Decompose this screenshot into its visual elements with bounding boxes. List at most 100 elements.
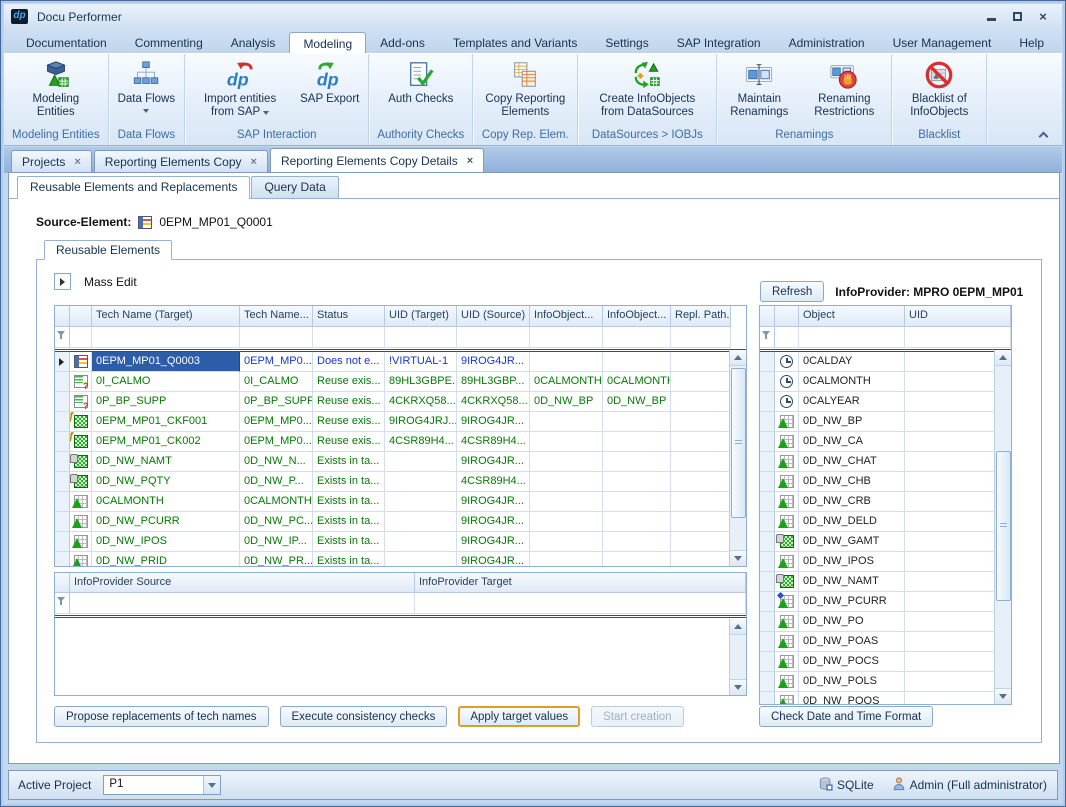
table-row[interactable]: 0D_NW_IPOS 0D_NW_IP... Exists in ta... 9…	[55, 532, 746, 552]
scroll-up-icon[interactable]	[995, 350, 1012, 366]
close-button[interactable]: ×	[1034, 10, 1052, 24]
filter-row[interactable]	[55, 327, 746, 352]
table-row[interactable]: 0CALMONTH	[760, 372, 1011, 392]
sap-export-button[interactable]: dp SAP Export	[295, 57, 364, 108]
entity-icon	[780, 515, 794, 528]
ribbon-tab[interactable]: Add-ons	[366, 31, 439, 53]
vertical-scrollbar[interactable]	[729, 350, 746, 566]
table-row[interactable]: 0CALMONTH 0CALMONTH Exists in ta... 9IRO…	[55, 492, 746, 512]
tab-reusable-elements[interactable]: Reusable Elements	[44, 240, 172, 260]
column-header[interactable]: InfoObject...	[603, 306, 671, 327]
tab-query-data[interactable]: Query Data	[251, 176, 338, 198]
action-button[interactable]: Apply target values	[458, 706, 580, 727]
tab-reporting-elements-copy[interactable]: Reporting Elements Copy ×	[94, 150, 268, 173]
ribbon-tab[interactable]: Templates and Variants	[439, 31, 592, 53]
ribbon-tab[interactable]: Administration	[775, 31, 879, 53]
copy-reporting-elements-button[interactable]: Copy Reporting Elements	[477, 57, 573, 121]
maintain-renamings-button[interactable]: Maintain Renamings	[721, 57, 797, 121]
column-header[interactable]: UID	[905, 306, 1011, 327]
table-row[interactable]: 0D_NW_NAMT	[760, 572, 1011, 592]
tab-reusable-elements-and-replacements[interactable]: Reusable Elements and Replacements	[17, 176, 250, 199]
table-row[interactable]: 0D_NW_PO	[760, 612, 1011, 632]
table-row[interactable]: 0D_NW_POAS	[760, 632, 1011, 652]
ribbon-tab[interactable]: Analysis	[217, 31, 290, 53]
column-header[interactable]: Tech Name...	[240, 306, 313, 327]
column-header[interactable]: Object	[799, 306, 905, 327]
ribbon-tab[interactable]: Documentation	[12, 31, 121, 53]
minimize-button[interactable]	[982, 10, 1000, 24]
scroll-down-icon[interactable]	[730, 679, 747, 695]
check-date-time-format-button[interactable]: Check Date and Time Format	[759, 706, 933, 727]
table-row[interactable]: 0D_NW_BP	[760, 412, 1011, 432]
close-icon[interactable]: ×	[251, 157, 257, 167]
active-project-combobox[interactable]: P1	[103, 775, 221, 795]
ribbon-tab[interactable]: Commenting	[121, 31, 217, 53]
table-row[interactable]: 0EPM_MP01_Q0003 0EPM_MP0... Does not e..…	[55, 352, 746, 372]
column-header[interactable]: Status	[313, 306, 385, 327]
table-row[interactable]: 0D_NW_POCS	[760, 652, 1011, 672]
table-row[interactable]: 0CALYEAR	[760, 392, 1011, 412]
table-row[interactable]: 0D_NW_GAMT	[760, 532, 1011, 552]
refresh-button[interactable]: Refresh	[760, 281, 824, 302]
ribbon-collapse-chevron-icon[interactable]	[1039, 130, 1048, 139]
table-row[interactable]: 0EPM_MP01_CKF001 0EPM_MP0... Reuse exis.…	[55, 412, 746, 432]
table-row[interactable]: 0CALDAY	[760, 352, 1011, 372]
ribbon-tab[interactable]: User Management	[879, 31, 1006, 53]
tab-reporting-elements-copy-details[interactable]: Reporting Elements Copy Details ×	[270, 148, 484, 173]
column-header[interactable]: UID (Target)	[385, 306, 457, 327]
blacklist-infoobjects-button[interactable]: Blacklist of InfoObjects	[896, 57, 982, 121]
maximize-button[interactable]	[1008, 10, 1026, 24]
scroll-down-icon[interactable]	[995, 688, 1012, 704]
column-header[interactable]: InfoProvider Source	[70, 573, 415, 593]
renaming-restrictions-button[interactable]: Renaming Restrictions	[801, 57, 887, 121]
close-icon[interactable]: ×	[74, 157, 80, 167]
table-row[interactable]: 0D_NW_PCURR 0D_NW_PC... Exists in ta... …	[55, 512, 746, 532]
scroll-up-icon[interactable]	[730, 619, 747, 635]
import-entities-from-sap-button[interactable]: dp Import entities from SAP	[189, 57, 291, 121]
scroll-down-icon[interactable]	[730, 550, 747, 566]
filter-row[interactable]	[760, 327, 1011, 352]
modeling-entities-button[interactable]: Modeling Entities	[20, 57, 92, 121]
scrollbar-thumb[interactable]	[996, 451, 1011, 601]
create-infoobjects-button[interactable]: Create InfoObjects from DataSources	[582, 57, 712, 121]
auth-checks-button[interactable]: Auth Checks	[383, 57, 458, 108]
table-row[interactable]: 0EPM_MP01_CK002 0EPM_MP0... Reuse exis..…	[55, 432, 746, 452]
table-row[interactable]: 0P_BP_SUPP 0P_BP_SUPP Reuse exis... 4CKR…	[55, 392, 746, 412]
filter-row[interactable]	[55, 593, 746, 618]
chevron-down-icon[interactable]	[203, 776, 220, 794]
column-header[interactable]: InfoObject...	[530, 306, 603, 327]
table-row[interactable]: 0D_NW_PRID 0D_NW_PR... Exists in ta... 9…	[55, 552, 746, 567]
scrollbar-thumb[interactable]	[731, 368, 746, 518]
ribbon-tab[interactable]: Settings	[591, 31, 662, 53]
table-row[interactable]: 0D_NW_PCURR	[760, 592, 1011, 612]
ribbon-tab[interactable]: SAP Integration	[663, 31, 775, 53]
column-header[interactable]: InfoProvider Target	[415, 573, 746, 593]
vertical-scrollbar[interactable]	[994, 350, 1011, 704]
close-icon[interactable]: ×	[467, 156, 473, 166]
action-button[interactable]: Execute consistency checks	[280, 706, 448, 727]
table-row[interactable]: 0I_CALMO 0I_CALMO Reuse exis... 89HL3GBP…	[55, 372, 746, 392]
table-row[interactable]: 0D_NW_IPOS	[760, 552, 1011, 572]
column-header[interactable]: UID (Source)	[457, 306, 530, 327]
table-row[interactable]: 0D_NW_POOS	[760, 692, 1011, 705]
ribbon-tab[interactable]: Modeling	[289, 32, 366, 54]
table-row[interactable]: 0D_NW_CRB	[760, 492, 1011, 512]
column-header[interactable]: Repl. Path...	[671, 306, 731, 327]
table-row[interactable]: 0D_NW_DELD	[760, 512, 1011, 532]
table-row[interactable]: 0D_NW_NAMT 0D_NW_N... Exists in ta... 9I…	[55, 452, 746, 472]
tab-projects[interactable]: Projects ×	[11, 150, 92, 173]
table-row[interactable]: 0D_NW_CHAT	[760, 452, 1011, 472]
table-row[interactable]: 0D_NW_PQTY 0D_NW_P... Exists in ta... 4C…	[55, 472, 746, 492]
scroll-up-icon[interactable]	[730, 350, 747, 366]
action-button[interactable]: Propose replacements of tech names	[54, 706, 269, 727]
column-header[interactable]: Tech Name (Target)	[92, 306, 240, 327]
expander-arrow-icon[interactable]	[54, 273, 71, 290]
action-button[interactable]: Start creation	[591, 706, 683, 727]
ribbon-tab[interactable]: Help	[1005, 31, 1058, 53]
table-row[interactable]: 0D_NW_CA	[760, 432, 1011, 452]
table-row[interactable]: 0D_NW_CHB	[760, 472, 1011, 492]
vertical-scrollbar[interactable]	[729, 619, 746, 695]
table-row[interactable]: 0D_NW_POLS	[760, 672, 1011, 692]
data-flows-button[interactable]: Data Flows	[113, 57, 181, 115]
ribbon-group-label: Modeling Entities	[8, 128, 104, 145]
